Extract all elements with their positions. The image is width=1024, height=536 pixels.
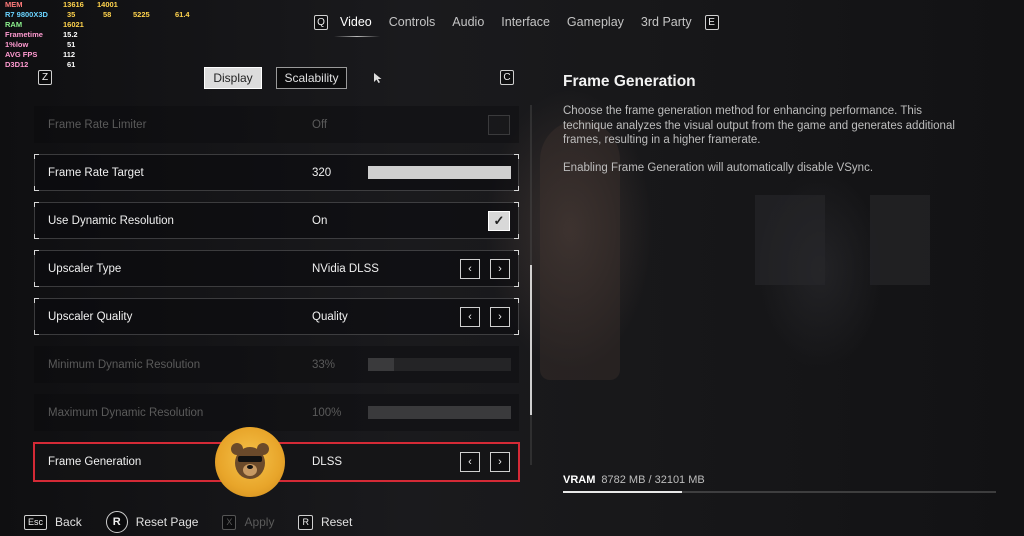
use-dynamic-resolution-checkbox[interactable]: ✓	[488, 210, 510, 231]
next-tab-key[interactable]: E	[704, 14, 719, 30]
frame-generation-next-button[interactable]: ›	[490, 452, 510, 472]
setting-name: Frame Rate Limiter	[48, 118, 147, 131]
prev-tab-key[interactable]: Q	[314, 14, 328, 30]
subtab-scalability[interactable]: Scalability	[276, 67, 347, 89]
chevron-left-icon: ‹	[468, 456, 472, 468]
reset-label: Reset	[320, 515, 353, 529]
top-nav: Q Video Controls Audio Interface Gamepla…	[314, 12, 731, 32]
setting-value: 320	[312, 166, 332, 179]
setting-value: 33%	[312, 358, 336, 371]
setting-name: Upscaler Type	[48, 262, 122, 275]
setting-minimum-dynamic-resolution: Minimum Dynamic Resolution 33%	[34, 346, 519, 383]
next-subtab-key[interactable]: C	[500, 70, 514, 85]
vram-readout: VRAM 8782 MB / 32101 MB	[563, 474, 705, 486]
tab-interface[interactable]: Interface	[501, 15, 550, 29]
setting-name: Use Dynamic Resolution	[48, 214, 174, 227]
setting-value: Off	[312, 118, 328, 131]
apply-hint: X Apply	[222, 514, 275, 530]
mouse-cursor-icon	[374, 73, 382, 83]
setting-value: DLSS	[312, 456, 343, 468]
reset-page-hint[interactable]: R Reset Page	[105, 511, 199, 533]
vram-label: VRAM	[563, 474, 596, 486]
bear-logo-icon	[215, 427, 285, 497]
bottom-hints: Esc Back R Reset Page X Apply R Reset	[24, 511, 376, 533]
x-key: X	[222, 514, 237, 530]
tab-audio[interactable]: Audio	[452, 15, 484, 29]
esc-key: Esc	[24, 514, 48, 530]
chevron-right-icon: ›	[498, 262, 502, 275]
setting-name: Maximum Dynamic Resolution	[48, 406, 204, 419]
reset-hint[interactable]: R Reset	[298, 514, 353, 530]
setting-value: On	[312, 214, 328, 227]
tab-gameplay[interactable]: Gameplay	[567, 15, 624, 29]
info-note: Enabling Frame Generation will automatic…	[563, 162, 874, 174]
setting-maximum-dynamic-resolution: Maximum Dynamic Resolution 100%	[34, 394, 519, 431]
setting-frame-rate-target[interactable]: Frame Rate Target 320	[34, 154, 519, 191]
setting-frame-rate-limiter: Frame Rate Limiter Off	[34, 106, 519, 143]
upscaler-quality-prev-button[interactable]: ‹	[460, 306, 480, 327]
active-tab-underline	[334, 36, 380, 37]
chevron-left-icon: ‹	[468, 310, 472, 323]
minimum-dynamic-resolution-slider	[368, 358, 511, 371]
chevron-right-icon: ›	[498, 456, 502, 468]
chevron-left-icon: ‹	[468, 262, 472, 275]
frame-rate-target-slider[interactable]	[368, 166, 511, 179]
back-label: Back	[55, 515, 82, 529]
setting-upscaler-type[interactable]: Upscaler Type NVidia DLSS ‹ ›	[34, 250, 519, 287]
vram-usage-fill	[563, 491, 682, 493]
setting-value: NVidia DLSS	[312, 262, 379, 275]
check-icon: ✓	[493, 212, 505, 228]
tab-3rd-party[interactable]: 3rd Party	[641, 15, 692, 29]
setting-value: 100%	[312, 406, 342, 419]
upscaler-quality-next-button[interactable]: ›	[490, 306, 510, 327]
prev-subtab-key[interactable]: Z	[38, 70, 52, 85]
setting-name: Minimum Dynamic Resolution	[48, 358, 201, 371]
frame-generation-prev-button[interactable]: ‹	[460, 452, 480, 472]
scrollbar-thumb[interactable]	[530, 265, 532, 415]
upscaler-type-next-button[interactable]: ›	[490, 258, 510, 279]
apply-label: Apply	[244, 515, 275, 529]
tab-video[interactable]: Video	[340, 15, 372, 29]
settings-scrollbar[interactable]	[530, 105, 532, 465]
info-description: Choose the frame generation method for e…	[563, 105, 955, 146]
maximum-dynamic-resolution-slider	[368, 406, 511, 419]
setting-upscaler-quality[interactable]: Upscaler Quality Quality ‹ ›	[34, 298, 519, 335]
r-key-round: R	[105, 511, 128, 533]
vram-value: 8782 MB / 32101 MB	[601, 474, 705, 486]
r-key: R	[298, 514, 313, 530]
info-title: Frame Generation	[563, 73, 696, 90]
back-hint[interactable]: Esc Back	[24, 514, 82, 530]
vram-usage-bar	[563, 491, 996, 493]
setting-value: Quality	[312, 310, 348, 323]
chevron-right-icon: ›	[498, 310, 502, 323]
setting-name: Upscaler Quality	[48, 310, 133, 323]
subtab-display[interactable]: Display	[204, 67, 262, 89]
upscaler-type-prev-button[interactable]: ‹	[460, 258, 480, 279]
setting-use-dynamic-resolution[interactable]: Use Dynamic Resolution On ✓	[34, 202, 519, 239]
frame-rate-limiter-checkbox	[488, 114, 510, 135]
tab-controls[interactable]: Controls	[389, 15, 436, 29]
setting-name: Frame Rate Target	[48, 166, 144, 179]
setting-name: Frame Generation	[48, 456, 142, 468]
reset-page-label: Reset Page	[135, 515, 199, 529]
